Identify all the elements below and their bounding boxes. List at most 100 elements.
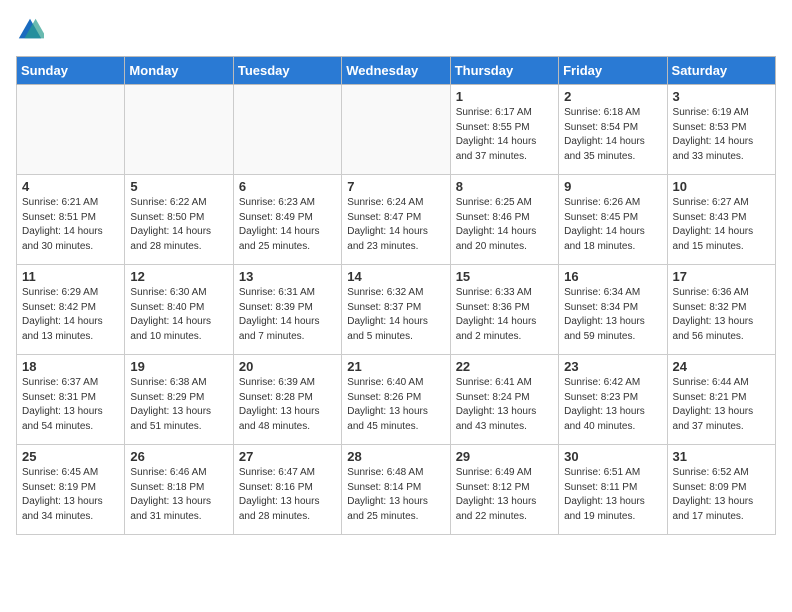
logo-icon [16,16,44,44]
calendar-cell: 28 Sunrise: 6:48 AM Sunset: 8:14 PM Dayli… [342,445,450,535]
day-info: Sunrise: 6:45 AM Sunset: 8:19 PM Dayligh… [22,466,119,524]
day-info: Sunrise: 6:27 AM Sunset: 8:43 PM Dayligh… [673,196,770,254]
calendar-cell: 30 Sunrise: 6:51 AM Sunset: 8:11 PM Dayli… [559,445,667,535]
day-number: 27 [239,449,336,464]
day-info: Sunrise: 6:33 AM Sunset: 8:36 PM Dayligh… [456,286,553,344]
day-number: 29 [456,449,553,464]
day-number: 1 [456,89,553,104]
day-number: 12 [130,269,227,284]
calendar-cell: 10 Sunrise: 6:27 AM Sunset: 8:43 PM Dayli… [667,175,775,265]
calendar-cell: 9 Sunrise: 6:26 AM Sunset: 8:45 PM Daylig… [559,175,667,265]
day-number: 11 [22,269,119,284]
day-info: Sunrise: 6:34 AM Sunset: 8:34 PM Dayligh… [564,286,661,344]
calendar-cell: 15 Sunrise: 6:33 AM Sunset: 8:36 PM Dayli… [450,265,558,355]
calendar-cell: 31Sunrise: 6:52 AM Sunset: 8:09 PM Dayli… [667,445,775,535]
page-header [16,16,776,44]
day-info: Sunrise: 6:21 AM Sunset: 8:51 PM Dayligh… [22,196,119,254]
day-number: 9 [564,179,661,194]
day-number: 24 [673,359,770,374]
calendar-cell [125,85,233,175]
day-info: Sunrise: 6:40 AM Sunset: 8:26 PM Dayligh… [347,376,444,434]
calendar-cell: 1Sunrise: 6:17 AM Sunset: 8:55 PM Daylig… [450,85,558,175]
calendar-cell: 18Sunrise: 6:37 AM Sunset: 8:31 PM Dayli… [17,355,125,445]
calendar-cell: 25 Sunrise: 6:45 AM Sunset: 8:19 PM Dayli… [17,445,125,535]
day-number: 31 [673,449,770,464]
day-number: 13 [239,269,336,284]
column-header-wednesday: Wednesday [342,57,450,85]
week-row-4: 18Sunrise: 6:37 AM Sunset: 8:31 PM Dayli… [17,355,776,445]
day-number: 28 [347,449,444,464]
day-number: 18 [22,359,119,374]
calendar-cell: 29 Sunrise: 6:49 AM Sunset: 8:12 PM Dayli… [450,445,558,535]
column-header-thursday: Thursday [450,57,558,85]
day-number: 2 [564,89,661,104]
day-info: Sunrise: 6:31 AM Sunset: 8:39 PM Dayligh… [239,286,336,344]
day-number: 26 [130,449,227,464]
day-number: 16 [564,269,661,284]
day-info: Sunrise: 6:46 AM Sunset: 8:18 PM Dayligh… [130,466,227,524]
calendar-cell [342,85,450,175]
calendar-cell: 14Sunrise: 6:32 AM Sunset: 8:37 PM Dayli… [342,265,450,355]
calendar-cell: 19 Sunrise: 6:38 AM Sunset: 8:29 PM Dayli… [125,355,233,445]
day-number: 30 [564,449,661,464]
day-number: 21 [347,359,444,374]
day-info: Sunrise: 6:19 AM Sunset: 8:53 PM Dayligh… [673,106,770,164]
day-number: 8 [456,179,553,194]
calendar-table: SundayMondayTuesdayWednesdayThursdayFrid… [16,56,776,535]
calendar-cell: 7Sunrise: 6:24 AM Sunset: 8:47 PM Daylig… [342,175,450,265]
calendar-cell [233,85,341,175]
calendar-cell: 16 Sunrise: 6:34 AM Sunset: 8:34 PM Dayli… [559,265,667,355]
day-info: Sunrise: 6:25 AM Sunset: 8:46 PM Dayligh… [456,196,553,254]
calendar-cell: 26 Sunrise: 6:46 AM Sunset: 8:18 PM Dayli… [125,445,233,535]
day-number: 4 [22,179,119,194]
column-header-saturday: Saturday [667,57,775,85]
day-info: Sunrise: 6:26 AM Sunset: 8:45 PM Dayligh… [564,196,661,254]
day-number: 20 [239,359,336,374]
calendar-cell: 5 Sunrise: 6:22 AM Sunset: 8:50 PM Daylig… [125,175,233,265]
calendar-cell: 8 Sunrise: 6:25 AM Sunset: 8:46 PM Daylig… [450,175,558,265]
logo [16,16,48,44]
calendar-cell: 17Sunrise: 6:36 AM Sunset: 8:32 PM Dayli… [667,265,775,355]
day-info: Sunrise: 6:23 AM Sunset: 8:49 PM Dayligh… [239,196,336,254]
column-header-tuesday: Tuesday [233,57,341,85]
week-row-3: 11Sunrise: 6:29 AM Sunset: 8:42 PM Dayli… [17,265,776,355]
day-info: Sunrise: 6:49 AM Sunset: 8:12 PM Dayligh… [456,466,553,524]
day-info: Sunrise: 6:18 AM Sunset: 8:54 PM Dayligh… [564,106,661,164]
calendar-cell: 21 Sunrise: 6:40 AM Sunset: 8:26 PM Dayli… [342,355,450,445]
day-number: 10 [673,179,770,194]
day-number: 19 [130,359,227,374]
day-info: Sunrise: 6:36 AM Sunset: 8:32 PM Dayligh… [673,286,770,344]
day-info: Sunrise: 6:39 AM Sunset: 8:28 PM Dayligh… [239,376,336,434]
calendar-cell: 27 Sunrise: 6:47 AM Sunset: 8:16 PM Dayli… [233,445,341,535]
calendar-cell: 4 Sunrise: 6:21 AM Sunset: 8:51 PM Daylig… [17,175,125,265]
calendar-cell: 12 Sunrise: 6:30 AM Sunset: 8:40 PM Dayli… [125,265,233,355]
day-info: Sunrise: 6:47 AM Sunset: 8:16 PM Dayligh… [239,466,336,524]
day-info: Sunrise: 6:22 AM Sunset: 8:50 PM Dayligh… [130,196,227,254]
day-number: 5 [130,179,227,194]
column-header-sunday: Sunday [17,57,125,85]
calendar-cell: 6 Sunrise: 6:23 AM Sunset: 8:49 PM Daylig… [233,175,341,265]
calendar-cell: 2 Sunrise: 6:18 AM Sunset: 8:54 PM Daylig… [559,85,667,175]
day-number: 23 [564,359,661,374]
day-info: Sunrise: 6:51 AM Sunset: 8:11 PM Dayligh… [564,466,661,524]
week-row-2: 4 Sunrise: 6:21 AM Sunset: 8:51 PM Daylig… [17,175,776,265]
day-number: 7 [347,179,444,194]
calendar-cell: 20 Sunrise: 6:39 AM Sunset: 8:28 PM Dayli… [233,355,341,445]
day-number: 15 [456,269,553,284]
day-info: Sunrise: 6:38 AM Sunset: 8:29 PM Dayligh… [130,376,227,434]
calendar-cell [17,85,125,175]
calendar-cell: 24 Sunrise: 6:44 AM Sunset: 8:21 PM Dayli… [667,355,775,445]
day-info: Sunrise: 6:41 AM Sunset: 8:24 PM Dayligh… [456,376,553,434]
calendar-cell: 23Sunrise: 6:42 AM Sunset: 8:23 PM Dayli… [559,355,667,445]
calendar-cell: 11Sunrise: 6:29 AM Sunset: 8:42 PM Dayli… [17,265,125,355]
day-info: Sunrise: 6:44 AM Sunset: 8:21 PM Dayligh… [673,376,770,434]
calendar-cell: 22Sunrise: 6:41 AM Sunset: 8:24 PM Dayli… [450,355,558,445]
day-number: 6 [239,179,336,194]
week-row-5: 25 Sunrise: 6:45 AM Sunset: 8:19 PM Dayli… [17,445,776,535]
calendar-cell: 13 Sunrise: 6:31 AM Sunset: 8:39 PM Dayli… [233,265,341,355]
day-number: 25 [22,449,119,464]
column-header-friday: Friday [559,57,667,85]
day-info: Sunrise: 6:48 AM Sunset: 8:14 PM Dayligh… [347,466,444,524]
day-info: Sunrise: 6:30 AM Sunset: 8:40 PM Dayligh… [130,286,227,344]
day-info: Sunrise: 6:32 AM Sunset: 8:37 PM Dayligh… [347,286,444,344]
